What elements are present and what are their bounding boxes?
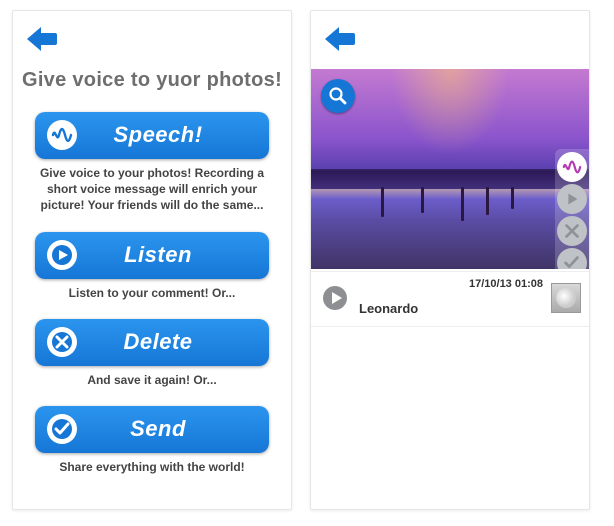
- button-label: Listen: [77, 242, 269, 268]
- back-button[interactable]: [25, 25, 59, 53]
- send-caption: Share everything with the world!: [31, 459, 273, 475]
- photo-action-rail: [555, 149, 589, 269]
- speech-button[interactable]: Speech!: [35, 112, 269, 159]
- play-icon: [562, 189, 582, 209]
- page-title: Give voice to yuor photos!: [13, 69, 291, 92]
- x-circle-icon: [562, 221, 582, 241]
- play-icon: [47, 240, 77, 270]
- check-circle-icon: [47, 414, 77, 444]
- x-circle-icon: [47, 327, 77, 357]
- play-icon: [322, 285, 348, 311]
- listen-button[interactable]: Listen: [35, 232, 269, 279]
- waveform-icon: [562, 157, 582, 177]
- check-circle-icon: [562, 253, 582, 269]
- play-comment-button[interactable]: [321, 284, 349, 312]
- back-button[interactable]: [323, 25, 357, 53]
- speech-caption: Give voice to your photos! Recording a s…: [31, 165, 273, 214]
- comment-thumbnail[interactable]: [551, 283, 581, 313]
- rail-send-button[interactable]: [557, 248, 587, 269]
- waveform-icon: [47, 120, 77, 150]
- send-button[interactable]: Send: [35, 406, 269, 453]
- rail-delete-button[interactable]: [557, 216, 587, 246]
- comment-author: Leonardo: [359, 301, 418, 316]
- photo-detail-screen: Leonardo 17/10/13 01:08: [310, 10, 590, 510]
- delete-caption: And save it again! Or...: [31, 372, 273, 388]
- onboarding-screen: Give voice to yuor photos! Speech! Give …: [12, 10, 292, 510]
- zoom-button[interactable]: [321, 79, 355, 113]
- rail-speech-button[interactable]: [557, 152, 587, 182]
- delete-button[interactable]: Delete: [35, 319, 269, 366]
- button-label: Delete: [77, 329, 269, 355]
- listen-caption: Listen to your comment! Or...: [31, 285, 273, 301]
- magnify-icon: [328, 86, 348, 106]
- rail-play-button[interactable]: [557, 184, 587, 214]
- comment-row: Leonardo 17/10/13 01:08: [311, 271, 589, 327]
- button-label: Speech!: [77, 122, 269, 148]
- comment-timestamp: 17/10/13 01:08: [469, 278, 543, 290]
- photo-preview: [311, 69, 589, 269]
- button-label: Send: [77, 416, 269, 442]
